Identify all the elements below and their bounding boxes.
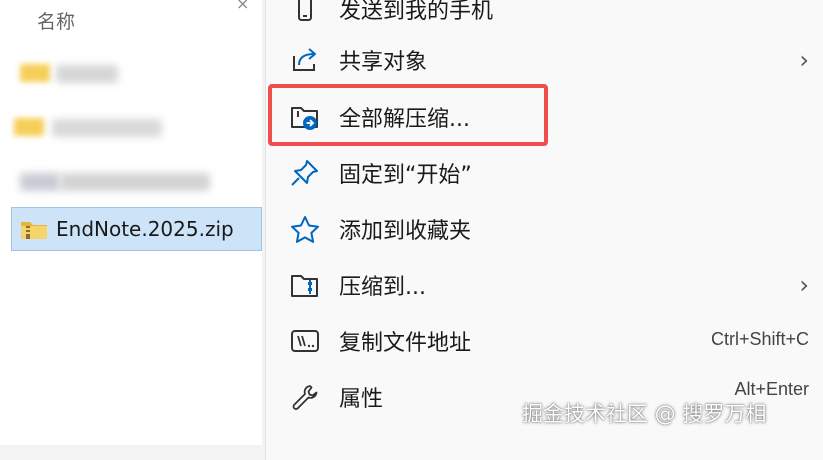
menu-item-label: 压缩到...: [339, 275, 426, 300]
chevron-right-icon: ›: [799, 271, 809, 299]
copy-path-icon: [291, 330, 319, 352]
redacted-name: [56, 65, 118, 83]
annotation-highlight-box: [268, 84, 548, 146]
shortcut-hint: Alt+Enter: [734, 379, 809, 399]
wrench-icon: [292, 385, 318, 410]
menu-item-label: 复制文件地址: [339, 331, 472, 356]
file-name: EndNote.2025.zip: [56, 217, 234, 241]
menu-item-compress-to[interactable]: 压缩到... ›: [265, 257, 823, 313]
phone-icon: [298, 0, 312, 21]
watermark: 掘金技术社区 @ 搜罗万相: [522, 402, 767, 426]
menu-item-label: 固定到“开始”: [339, 163, 472, 188]
pin-icon: [291, 160, 318, 186]
redacted-file-row[interactable]: [20, 62, 120, 86]
menu-item-label: 属性: [339, 387, 384, 412]
close-icon[interactable]: ×: [236, 0, 249, 13]
compress-icon: [291, 275, 318, 297]
redacted-icon: [20, 173, 60, 191]
selected-file-row[interactable]: EndNote.2025.zip: [11, 207, 262, 251]
redacted-file-row[interactable]: [14, 116, 164, 140]
shortcut-hint: Ctrl+Shift+C: [710, 329, 809, 349]
menu-item-add-to-favorites[interactable]: 添加到收藏夹: [265, 201, 823, 257]
menu-item-copy-path[interactable]: 复制文件地址 Ctrl+Shift+C: [265, 313, 823, 369]
menu-item-label: 添加到收藏夹: [339, 219, 472, 244]
menu-item-share[interactable]: 共享对象 ›: [265, 32, 823, 88]
chevron-right-icon: ›: [799, 46, 809, 74]
menu-item-pin-to-start[interactable]: 固定到“开始”: [265, 145, 823, 201]
redacted-name: [52, 119, 162, 137]
star-icon: [291, 216, 319, 243]
menu-item-label: 发送到我的手机: [339, 0, 494, 24]
zip-folder-icon: [21, 222, 47, 239]
redacted-name: [60, 173, 210, 191]
redacted-file-row[interactable]: [20, 170, 220, 194]
share-icon: [293, 48, 316, 71]
file-list-pane: 名称 × EndNote.2025.zip: [0, 0, 262, 445]
folder-icon: [14, 118, 44, 136]
menu-item-label: 共享对象: [339, 50, 428, 75]
column-header-name[interactable]: 名称: [37, 7, 75, 34]
folder-icon: [20, 64, 50, 82]
